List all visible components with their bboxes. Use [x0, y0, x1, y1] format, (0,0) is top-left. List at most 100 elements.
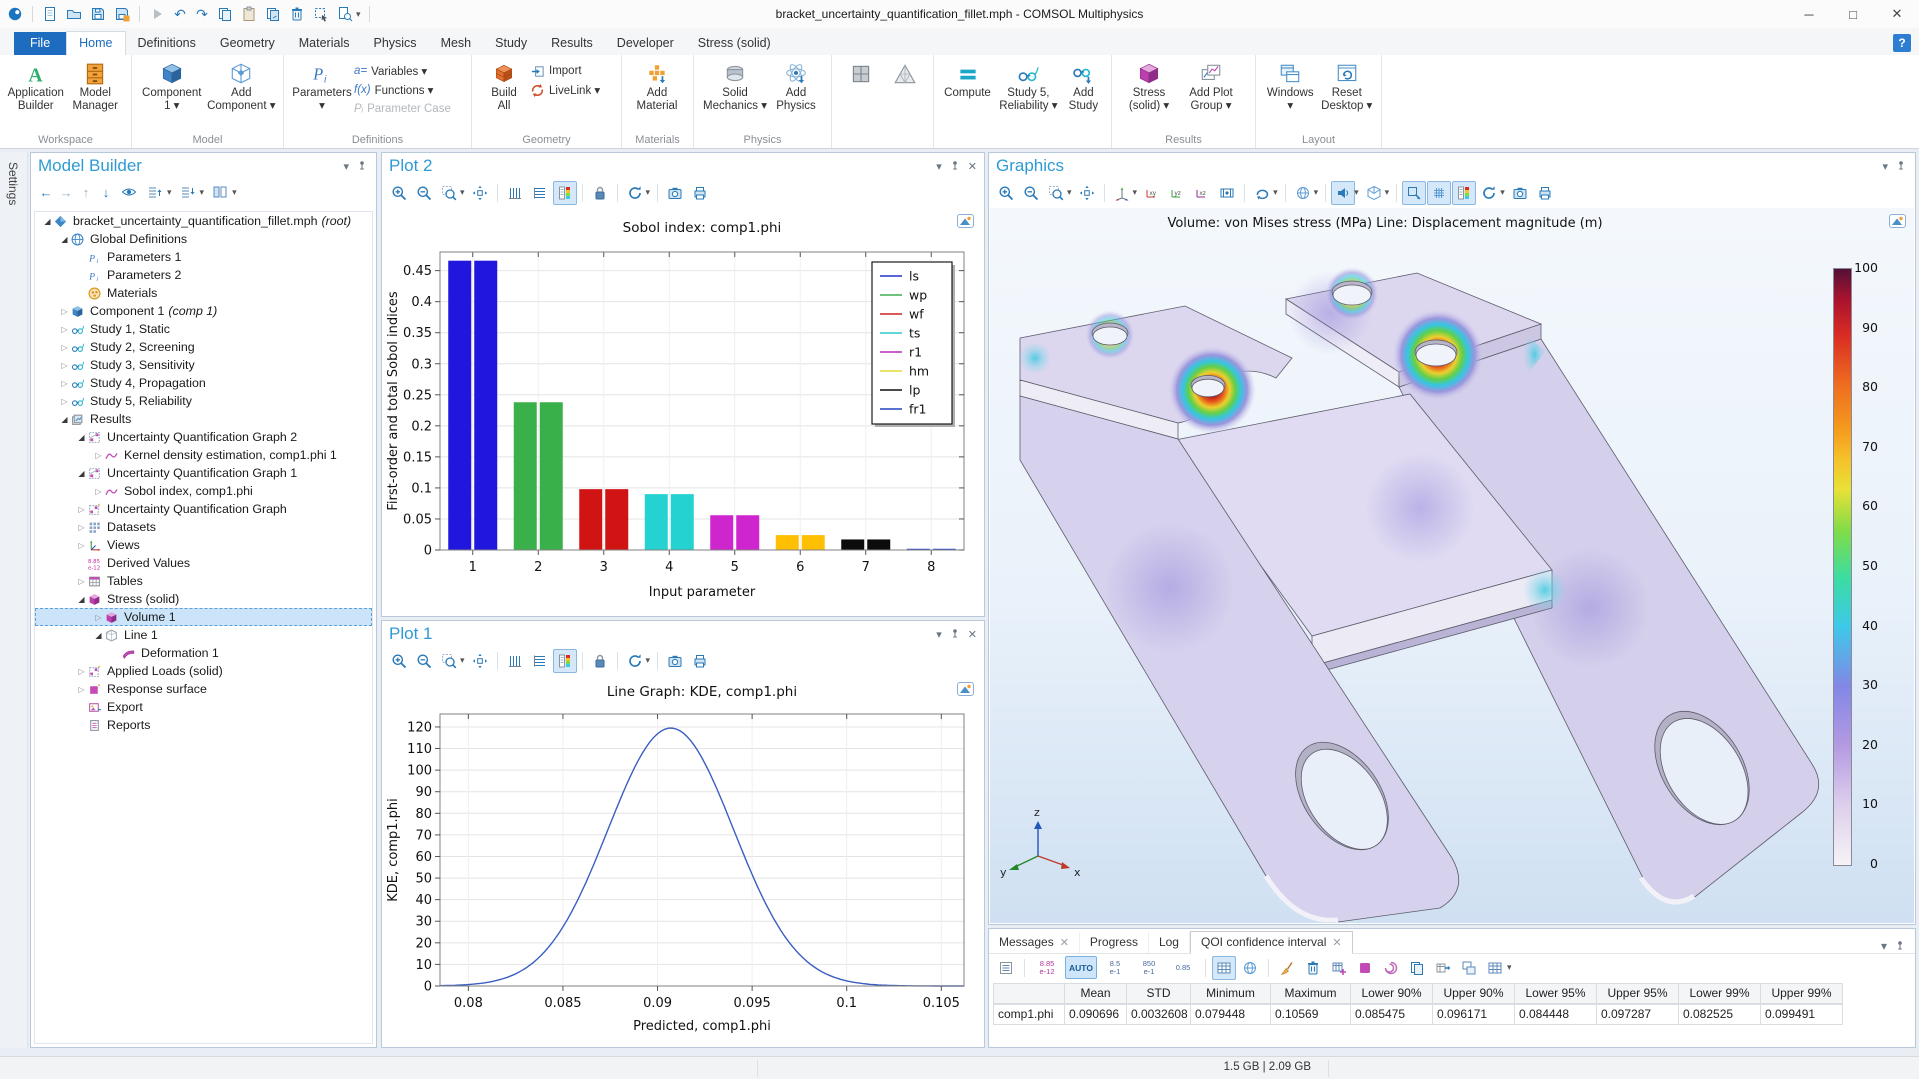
snapshot-icon[interactable]	[663, 181, 687, 205]
full-precision-globe-icon[interactable]	[1238, 956, 1262, 980]
pin-icon[interactable]	[948, 627, 962, 641]
x-grid-icon[interactable]	[503, 649, 527, 673]
collapsed-arrow-icon[interactable]: ▷	[75, 523, 88, 532]
tree-item-study-4-propagation[interactable]: ▷Study 4, Propagation	[35, 374, 372, 392]
new-file-button[interactable]	[39, 3, 61, 25]
perspective-icon[interactable]	[1215, 181, 1239, 205]
print-icon[interactable]	[688, 649, 712, 673]
menu-tab-file[interactable]: File	[14, 32, 66, 55]
color-legend-toggle-icon[interactable]	[553, 181, 577, 205]
tree-item-kernel-density-estimation-comp1-phi-1[interactable]: ▷Kernel density estimation, comp1.phi 1	[35, 446, 372, 464]
run-button[interactable]	[146, 3, 168, 25]
info-tab-log[interactable]: Log	[1149, 932, 1190, 953]
tree-item-reports[interactable]: Reports	[35, 716, 372, 734]
expand-all-button[interactable]	[176, 180, 200, 204]
tree-item-study-3-sensitivity[interactable]: ▷Study 3, Sensitivity	[35, 356, 372, 374]
zoom-out-icon[interactable]	[412, 181, 436, 205]
menu-tab-physics[interactable]: Physics	[361, 32, 428, 55]
variables-button[interactable]: a= Variables ▾	[354, 63, 451, 79]
build-all-button[interactable]: Build All	[478, 59, 530, 113]
save-as-button[interactable]	[111, 3, 133, 25]
collapsed-arrow-icon[interactable]: ▷	[58, 379, 71, 388]
collapsed-arrow-icon[interactable]: ▷	[75, 505, 88, 514]
expanded-arrow-icon[interactable]: ◢	[58, 235, 71, 244]
functions-button[interactable]: f(x) Functions ▾	[354, 82, 451, 98]
clear-table-icon[interactable]	[1275, 956, 1299, 980]
panel-menu-icon[interactable]: ▾	[936, 160, 942, 173]
color-legend-toggle-icon[interactable]	[553, 649, 577, 673]
delete-button[interactable]	[286, 3, 308, 25]
copy-button[interactable]	[214, 3, 236, 25]
zoom-box-icon[interactable]	[437, 181, 461, 205]
show-button[interactable]	[117, 180, 141, 204]
scene-refresh-icon[interactable]	[1477, 181, 1501, 205]
expanded-arrow-icon[interactable]: ◢	[75, 433, 88, 442]
model-tree-node-button[interactable]	[208, 180, 232, 204]
expanded-arrow-icon[interactable]: ◢	[92, 631, 105, 640]
solid-mechanics-button[interactable]: Solid Mechanics ▾	[700, 59, 770, 113]
plot-refresh-icon[interactable]	[623, 181, 647, 205]
zoom-in-icon[interactable]	[994, 181, 1018, 205]
collapsed-arrow-icon[interactable]: ▷	[75, 685, 88, 694]
update-icon[interactable]	[1379, 956, 1403, 980]
view-xz-icon[interactable]: xz	[1190, 181, 1214, 205]
minimize-button[interactable]: ─	[1787, 1, 1831, 28]
tree-item-stress-solid-[interactable]: ◢Stress (solid)	[35, 590, 372, 608]
view-xy-icon[interactable]: xy	[1140, 181, 1164, 205]
lock-axes-icon[interactable]	[588, 181, 612, 205]
compute-button[interactable]: Compute	[940, 59, 995, 100]
duplicate-table-icon[interactable]	[1457, 956, 1481, 980]
tree-item-views[interactable]: ▷Views	[35, 536, 372, 554]
zoom-selected-icon[interactable]	[1402, 181, 1426, 205]
menu-tab-study[interactable]: Study	[483, 32, 539, 55]
surface-plot-icon[interactable]	[1353, 956, 1377, 980]
print-icon[interactable]	[688, 181, 712, 205]
close-button[interactable]: ✕	[1875, 1, 1919, 28]
component-1-button[interactable]: Component 1 ▾	[138, 59, 206, 113]
info-tab-progress[interactable]: Progress	[1080, 932, 1149, 953]
number-format-button-8.5-e-1[interactable]: 8.5e-1	[1099, 956, 1131, 979]
tree-item-study-2-screening[interactable]: ▷Study 2, Screening	[35, 338, 372, 356]
import-button[interactable]: Import	[530, 63, 600, 79]
pin-icon[interactable]	[948, 159, 962, 173]
number-format-button-0.85[interactable]: 0.85	[1167, 956, 1199, 979]
collapsed-arrow-icon[interactable]: ▷	[92, 487, 105, 496]
y-grid-icon[interactable]	[528, 649, 552, 673]
pin-icon[interactable]	[1894, 159, 1908, 173]
close-tab-icon[interactable]: ✕	[1332, 936, 1341, 949]
snapshot-icon[interactable]	[663, 649, 687, 673]
table-row[interactable]: comp1.phi0.0906960.00326080.0794480.1056…	[993, 1004, 1915, 1025]
add-physics-button[interactable]: Add Physics	[770, 59, 822, 113]
application-builder-button[interactable]: A Application Builder	[6, 59, 66, 113]
collapsed-arrow-icon[interactable]: ▷	[75, 667, 88, 676]
selection-mode-icon[interactable]	[1331, 181, 1355, 205]
add-component-button[interactable]: Add Component ▾	[206, 59, 277, 113]
number-format-button-auto[interactable]: AUTO	[1065, 956, 1097, 979]
livelink-button[interactable]: LiveLink ▾	[530, 82, 600, 98]
menu-tab-definitions[interactable]: Definitions	[126, 32, 208, 55]
tree-item-study-1-static[interactable]: ▷Study 1, Static	[35, 320, 372, 338]
collapsed-arrow-icon[interactable]: ▷	[75, 577, 88, 586]
help-button[interactable]: ?	[1893, 34, 1911, 52]
menu-tab-mesh[interactable]: Mesh	[429, 32, 484, 55]
tree-item-materials[interactable]: Materials	[35, 284, 372, 302]
panel-menu-icon[interactable]: ▾	[936, 628, 942, 641]
stress-solid-button[interactable]: Stress (solid) ▾	[1118, 59, 1180, 113]
tree-item-results[interactable]: ◢Results	[35, 410, 372, 428]
menu-tab-results[interactable]: Results	[539, 32, 605, 55]
build-mesh-button[interactable]	[838, 59, 883, 87]
view-cube-icon[interactable]	[1362, 181, 1386, 205]
tree-item-response-surface[interactable]: ▷*Response surface	[35, 680, 372, 698]
scene-light-icon[interactable]	[1291, 181, 1315, 205]
tree-item-line-1[interactable]: ◢Line 1	[35, 626, 372, 644]
colorbar-toggle-icon[interactable]	[1452, 181, 1476, 205]
parameters-button[interactable]: Pi Parameters ▾	[290, 59, 354, 113]
copy-table-icon[interactable]	[1405, 956, 1429, 980]
pin-icon[interactable]	[355, 159, 369, 173]
table-options-icon[interactable]	[1483, 956, 1507, 980]
rotate-icon[interactable]	[1250, 181, 1274, 205]
panel-menu-icon[interactable]: ▾	[1882, 160, 1888, 173]
open-file-button[interactable]	[63, 3, 85, 25]
menu-tab-stress-solid-[interactable]: Stress (solid)	[686, 32, 783, 55]
close-panel-icon[interactable]: ✕	[968, 160, 977, 173]
